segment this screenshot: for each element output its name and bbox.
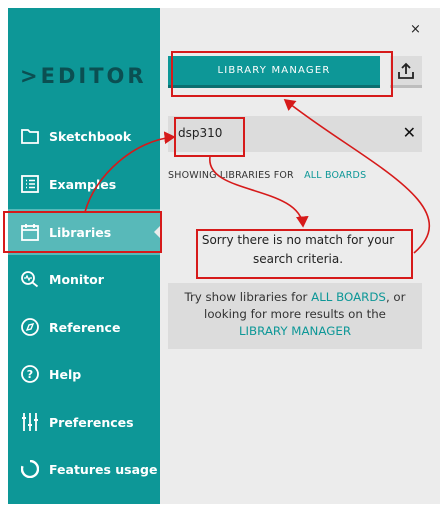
sliders-icon <box>20 412 40 432</box>
editor-logo: >EDITOR <box>20 64 147 88</box>
search-input[interactable]: dsp310 <box>178 126 222 140</box>
share-icon <box>398 62 414 79</box>
sidebar-item-examples[interactable]: Examples <box>8 161 160 207</box>
sidebar-item-label: Reference <box>49 319 121 335</box>
sidebar-item-help[interactable]: ? Help <box>8 351 160 397</box>
sidebar-item-preferences[interactable]: Preferences <box>8 399 160 445</box>
sidebar-item-libraries[interactable]: Libraries <box>8 209 160 255</box>
list-icon <box>20 174 40 194</box>
no-match-line-2: search criteria. <box>252 252 344 266</box>
clear-search-icon[interactable]: ✕ <box>403 123 416 142</box>
folder-icon <box>20 126 40 146</box>
try-text-3: looking for more results on the <box>204 307 386 321</box>
share-button[interactable] <box>390 56 422 88</box>
sidebar-item-label: Features usage <box>49 461 158 477</box>
sidebar-item-label: Sketchbook <box>49 128 132 144</box>
help-icon: ? <box>20 364 40 384</box>
sidebar-item-label: Help <box>49 366 82 382</box>
sidebar-item-features-usage[interactable]: Features usage <box>8 446 160 492</box>
sidebar-item-label: Examples <box>49 176 117 192</box>
sidebar-item-label: Libraries <box>49 224 112 240</box>
sidebar-item-sketchbook[interactable]: Sketchbook <box>8 113 160 159</box>
all-boards-link[interactable]: ALL BOARDS <box>304 170 366 181</box>
libraries-icon <box>20 222 40 242</box>
sidebar-item-monitor[interactable]: Monitor <box>8 256 160 302</box>
showing-prefix: SHOWING LIBRARIES FOR <box>168 170 294 181</box>
sidebar-item-label: Preferences <box>49 414 134 430</box>
no-match-line-1: Sorry there is no match for your <box>201 233 395 247</box>
library-manager-button[interactable]: LIBRARY MANAGER <box>168 56 380 88</box>
sidebar: >EDITOR Sketchbook Examples Libraries Mo <box>8 8 160 504</box>
search-field[interactable]: dsp310 ✕ <box>168 116 422 152</box>
sidebar-item-label: Monitor <box>49 271 104 287</box>
no-match-message: Sorry there is no match for your search … <box>188 225 408 275</box>
monitor-icon <box>20 269 40 289</box>
close-icon[interactable]: × <box>410 22 421 37</box>
try-text-2: , or <box>385 290 406 304</box>
try-suggestion-box: Try show libraries for ALL BOARDS, or lo… <box>168 283 422 349</box>
logo-text: EDITOR <box>40 64 147 88</box>
try-library-manager-link[interactable]: LIBRARY MANAGER <box>239 324 351 338</box>
svg-text:?: ? <box>27 368 33 381</box>
pie-icon <box>20 459 40 479</box>
try-all-boards-link[interactable]: ALL BOARDS <box>311 290 386 304</box>
compass-icon <box>20 317 40 337</box>
sidebar-item-reference[interactable]: Reference <box>8 304 160 350</box>
showing-libraries-text: SHOWING LIBRARIES FOR ALL BOARDS <box>168 170 366 181</box>
try-text-1: Try show libraries for <box>184 290 308 304</box>
chevron-right-icon: > <box>20 64 41 88</box>
